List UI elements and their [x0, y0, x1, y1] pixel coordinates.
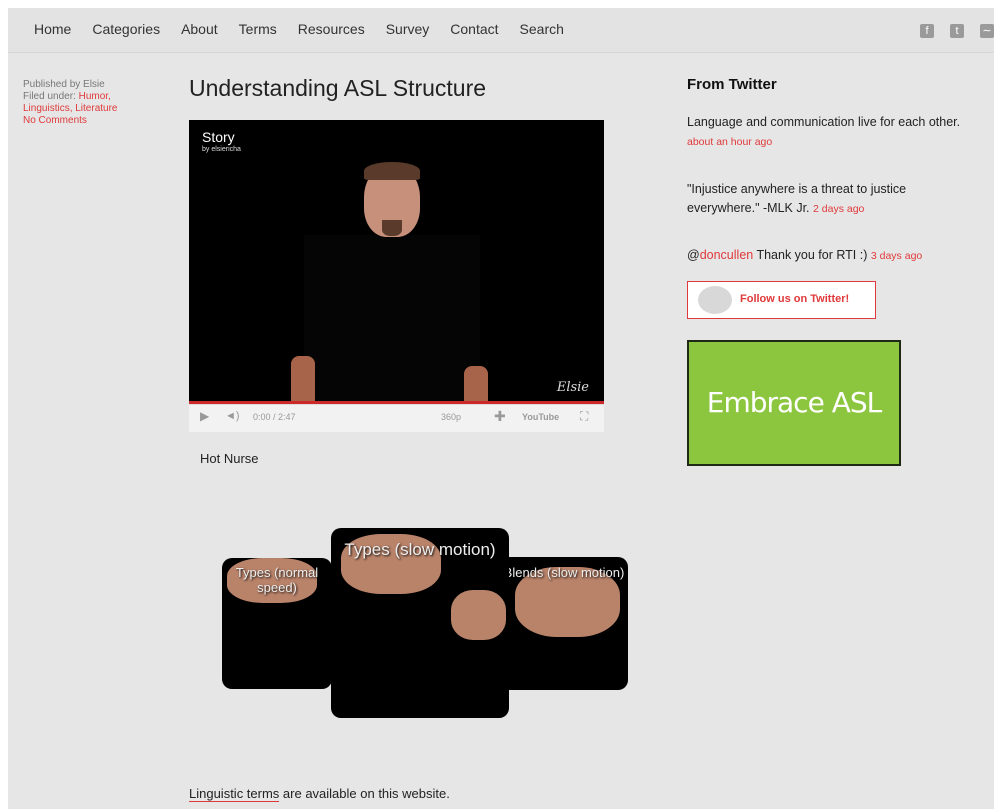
hand-image [451, 590, 506, 640]
fullscreen-icon[interactable]: ⛶ [580, 409, 588, 424]
youtube-logo[interactable]: YouTube [522, 412, 559, 422]
video-player[interactable]: Story by elsiericha Elsie ▶ ◄) 0:00 / 2:… [189, 120, 604, 432]
filed-under-label: Filed under: [23, 91, 76, 102]
comments-link[interactable]: No Comments [23, 115, 153, 127]
carousel-caption: Hot Nurse [200, 451, 259, 466]
video-signature: Elsie [556, 380, 589, 395]
signer-hair [364, 162, 420, 180]
published-by: Published by Elsie [23, 79, 105, 90]
follow-twitter-label: Follow us on Twitter! [740, 293, 850, 305]
nav-categories[interactable]: Categories [92, 21, 160, 37]
category-link-humor[interactable]: Humor, [79, 91, 111, 102]
sidebar-heading: From Twitter [687, 76, 777, 93]
video-screen[interactable]: Story by elsiericha Elsie [189, 120, 604, 401]
twitter-icon[interactable]: t [950, 24, 964, 38]
signer-arm-left [291, 356, 315, 401]
video-title: Story [202, 129, 235, 145]
tweet-mention-link[interactable]: doncullen [700, 248, 754, 262]
nav-resources[interactable]: Resources [298, 21, 365, 37]
signer-goatee [382, 220, 402, 236]
nav-about[interactable]: About [181, 21, 218, 37]
rss-icon[interactable]: ∼ [980, 24, 994, 38]
facebook-icon[interactable]: f [920, 24, 934, 38]
expand-icon[interactable]: ✚ [494, 408, 506, 425]
tweet: Language and communication live for each… [687, 113, 977, 152]
twitter-bird-icon [698, 286, 732, 314]
tweet: @doncullen Thank you for RTI :) 3 days a… [687, 246, 977, 266]
tweet-time[interactable]: 2 days ago [813, 203, 864, 215]
tweet-time[interactable]: about an hour ago [687, 136, 772, 148]
tweet: "Injustice anywhere is a threat to justi… [687, 180, 977, 219]
carousel-card-center[interactable]: Types (slow motion) [331, 528, 509, 718]
video-time: 0:00 / 2:47 [253, 412, 296, 422]
play-icon[interactable]: ▶ [200, 409, 209, 423]
nav-search[interactable]: Search [520, 21, 564, 37]
tweet-at: @ [687, 248, 700, 262]
tweet-time[interactable]: 3 days ago [871, 250, 922, 262]
category-links[interactable]: Linguistics, Literature [23, 103, 153, 115]
signer-arm-right [464, 366, 488, 401]
carousel-card-left[interactable]: Types (normal speed) [222, 558, 332, 689]
signer-body [304, 235, 480, 401]
follow-twitter-button[interactable]: Follow us on Twitter! [687, 281, 876, 319]
carousel-card-right[interactable]: Blends (slow motion) [500, 557, 628, 690]
footer-text: Linguistic terms are available on this w… [189, 786, 450, 802]
linguistic-terms-link[interactable]: Linguistic terms [189, 786, 280, 802]
carousel-label-right: Blends (slow motion) [503, 565, 625, 580]
top-navigation-bar: Home Categories About Terms Resources Survey C… [8, 8, 994, 53]
tweet-text: Language and communication live for each… [687, 115, 961, 129]
nav-survey[interactable]: Survey [386, 21, 430, 37]
embrace-asl-banner[interactable]: Embrace ASL [687, 340, 901, 466]
quality-selector[interactable]: 360p [441, 412, 461, 422]
nav-contact[interactable]: Contact [450, 21, 498, 37]
nav-home[interactable]: Home [34, 21, 71, 37]
video-controls: ▶ ◄) 0:00 / 2:47 360p ✚ YouTube ⛶ [189, 404, 604, 432]
post-meta: Published by Elsie Filed under: Humor, L… [23, 79, 153, 127]
video-subtitle: by elsiericha [202, 146, 241, 153]
nav-terms[interactable]: Terms [239, 21, 277, 37]
page: Home Categories About Terms Resources Survey C… [8, 8, 994, 809]
carousel-label-center: Types (slow motion) [344, 540, 496, 559]
post-title: Understanding ASL Structure [189, 75, 487, 101]
carousel-label-left: Types (normal speed) [235, 565, 319, 595]
social-links: f t ∼ [904, 21, 994, 39]
main-nav: Home Categories About Terms Resources Survey C… [34, 21, 585, 37]
tweet-text: Thank you for RTI :) [753, 248, 868, 262]
footer-rest: are available on this website. [279, 786, 450, 801]
volume-icon[interactable]: ◄) [225, 410, 240, 422]
tweet-text: "Injustice anywhere is a threat to justi… [687, 182, 907, 215]
